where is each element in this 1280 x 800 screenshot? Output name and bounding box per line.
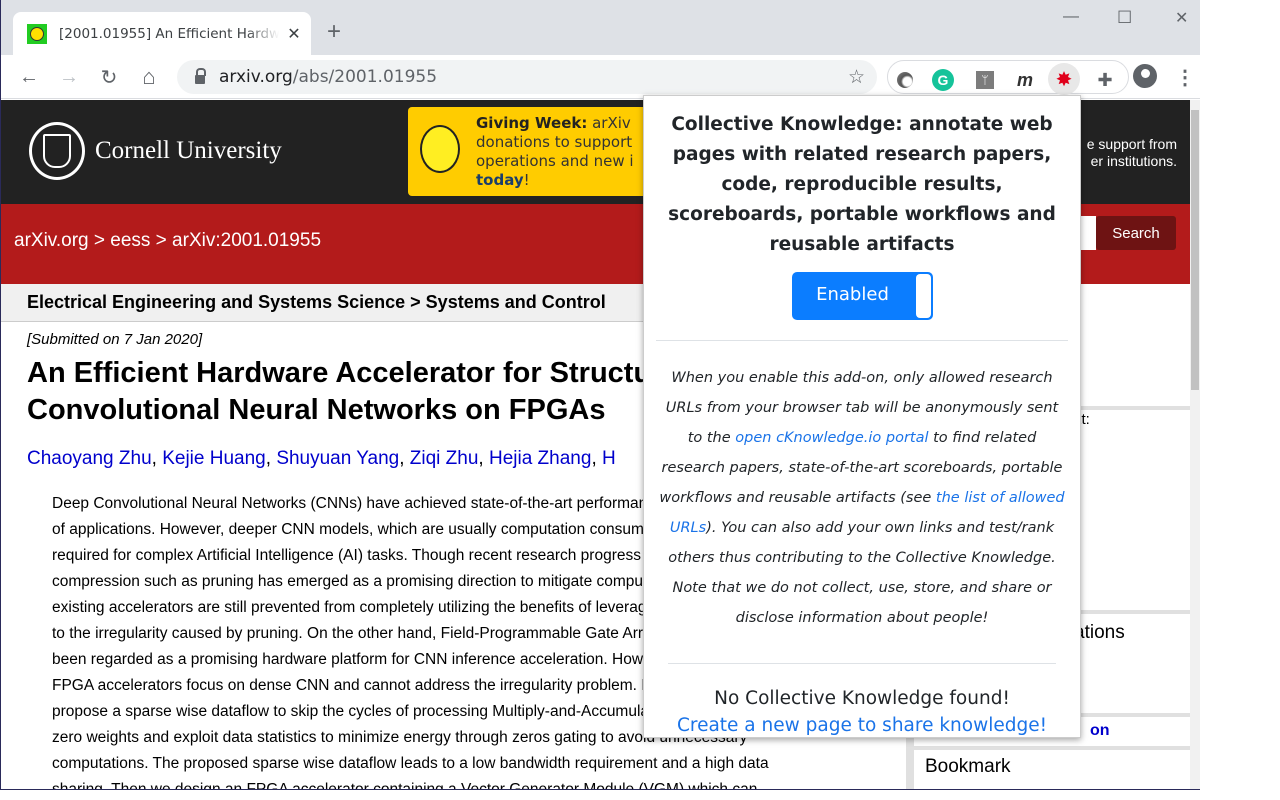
back-button[interactable]: ← xyxy=(15,63,43,91)
cornell-logo[interactable]: Cornell University xyxy=(29,122,282,180)
toggle-label: Enabled xyxy=(816,284,889,305)
divider xyxy=(656,340,1068,341)
donate-today-link[interactable]: today xyxy=(476,171,524,189)
url-text[interactable]: arxiv.org/abs/2001.01955 xyxy=(219,67,437,87)
bookmark-heading: Bookmark xyxy=(925,756,1011,777)
support-text: e support from er institutions. xyxy=(1086,136,1177,169)
record-icon[interactable] xyxy=(894,69,916,91)
extensions-group: G ᛘ m ✸ ✚ xyxy=(887,60,1129,95)
browser-window: [2001.01955] An Efficient Hardware Accel… xyxy=(0,0,1200,790)
enable-toggle[interactable]: Enabled xyxy=(791,272,933,320)
lock-icon[interactable] xyxy=(195,67,206,84)
search-button[interactable]: Search xyxy=(1096,216,1176,250)
maximize-button[interactable]: ☐ xyxy=(1117,8,1132,28)
new-tab-button[interactable]: + xyxy=(327,18,341,46)
puzzle-icon[interactable]: ✚ xyxy=(1094,69,1116,91)
reload-button[interactable]: ↻ xyxy=(95,63,123,91)
sidebar-link[interactable]: on xyxy=(1090,722,1110,740)
toggle-knob[interactable] xyxy=(915,274,931,318)
author-link[interactable]: Shuyuan Yang xyxy=(276,448,399,469)
m-extension-icon[interactable]: m xyxy=(1014,69,1036,91)
author-link[interactable]: Chaoyang Zhu xyxy=(27,448,152,469)
address-bar[interactable]: arxiv.org/abs/2001.01955 ☆ xyxy=(177,60,877,94)
author-link[interactable]: Ziqi Zhu xyxy=(410,448,479,469)
portal-link[interactable]: open cKnowledge.io portal xyxy=(735,430,928,446)
minimize-button[interactable]: — xyxy=(1063,8,1079,26)
collective-knowledge-icon[interactable]: ✸ xyxy=(1048,63,1080,95)
author-list: Chaoyang Zhu, Kejie Huang, Shuyuan Yang,… xyxy=(27,448,616,469)
tab-title: [2001.01955] An Efficient Hardware Accel… xyxy=(59,25,279,42)
submission-date: [Submitted on 7 Jan 2020] xyxy=(27,331,203,348)
author-link[interactable]: Hejia Zhang xyxy=(489,448,591,469)
collective-knowledge-popup: Collective Knowledge: annotate web pages… xyxy=(643,95,1081,738)
tab-arxiv[interactable]: [2001.01955] An Efficient Hardware Accel… xyxy=(13,12,311,55)
privacy-disclaimer: When you enable this add-on, only allowe… xyxy=(659,370,1065,626)
author-link[interactable]: H xyxy=(602,448,616,469)
scrollbar-thumb[interactable] xyxy=(1191,110,1199,390)
tab-close-icon[interactable]: ✕ xyxy=(285,24,303,44)
citations-heading: ations xyxy=(1074,622,1125,643)
popup-heading: Collective Knowledge: annotate web pages… xyxy=(668,114,1056,255)
divider xyxy=(668,663,1056,664)
window-close-button[interactable]: ✕ xyxy=(1175,8,1188,28)
no-knowledge-message: No Collective Knowledge found! xyxy=(714,688,1010,709)
smiley-icon xyxy=(420,125,460,173)
cornell-seal-icon xyxy=(29,122,85,180)
page-scrollbar[interactable] xyxy=(1190,100,1200,789)
tab-strip: [2001.01955] An Efficient Hardware Accel… xyxy=(1,0,1200,55)
bookmark-star-icon[interactable]: ☆ xyxy=(848,66,865,89)
profile-avatar[interactable] xyxy=(1133,64,1157,88)
create-page-link[interactable]: Create a new page to share knowledge! xyxy=(644,715,1080,736)
arxiv-favicon-icon xyxy=(27,23,47,44)
hubspot-icon[interactable]: ᛘ xyxy=(974,69,996,91)
author-link[interactable]: Kejie Huang xyxy=(162,448,266,469)
browser-toolbar: ← → ↻ ⌂ arxiv.org/abs/2001.01955 ☆ G ᛘ m… xyxy=(1,55,1200,99)
chrome-menu-button[interactable]: ⋮ xyxy=(1171,63,1199,91)
forward-button[interactable]: → xyxy=(55,63,83,91)
home-button[interactable]: ⌂ xyxy=(135,63,163,91)
grammarly-icon[interactable]: G xyxy=(932,69,954,91)
breadcrumb[interactable]: arXiv.org > eess > arXiv:2001.01955 xyxy=(14,230,321,252)
